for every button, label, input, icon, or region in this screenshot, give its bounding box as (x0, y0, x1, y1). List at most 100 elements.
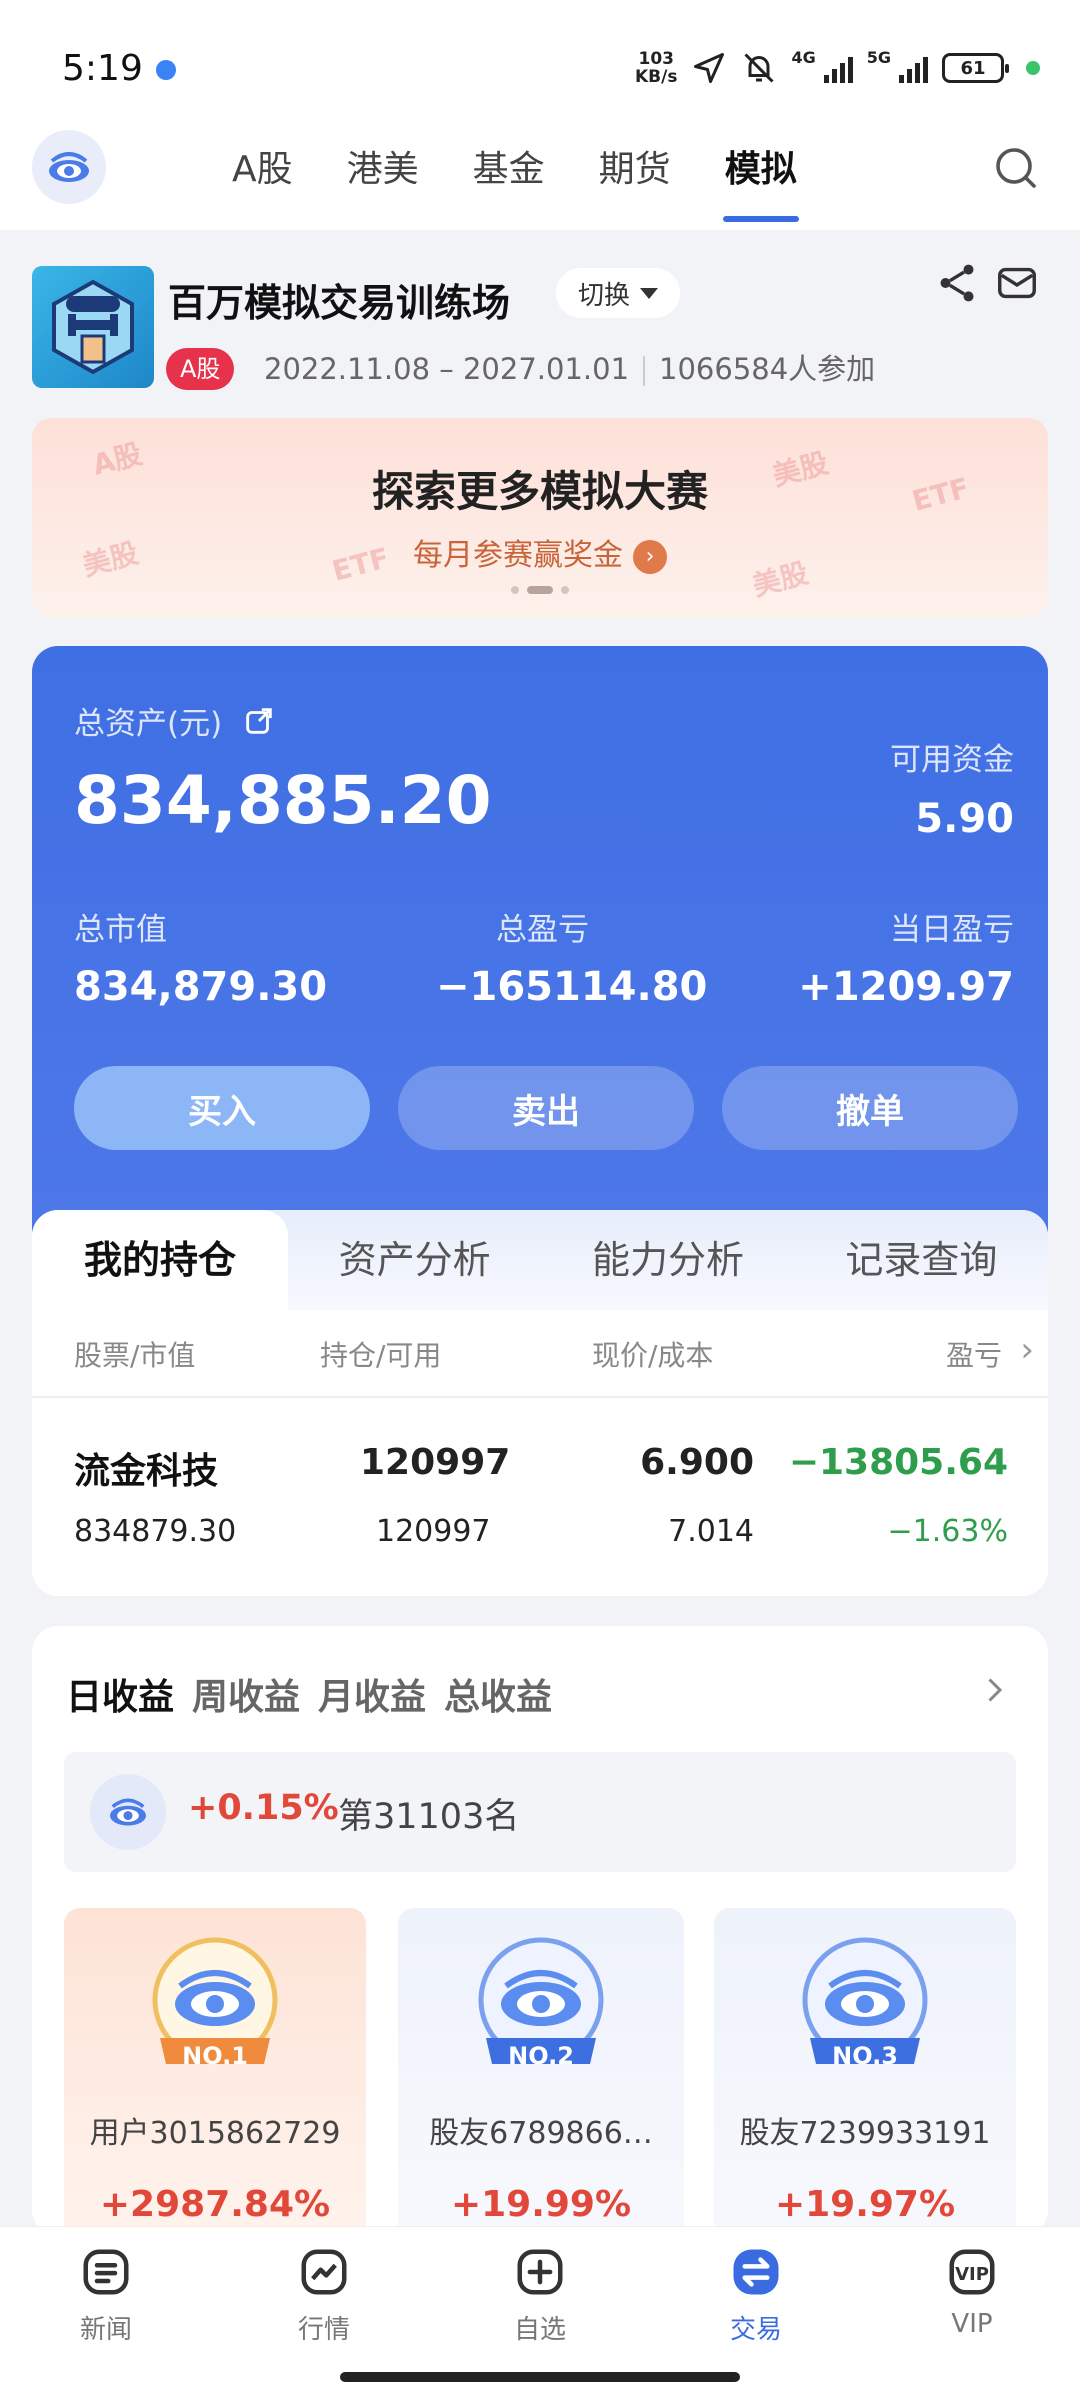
status-bar: 5:19 103 KB/s 4G 5G 61 (0, 0, 1080, 130)
leader-return: +19.99% (450, 2184, 632, 2225)
leader-return: +2987.84% (99, 2184, 331, 2225)
battery-icon: 61 (942, 53, 1009, 83)
share-icon[interactable] (934, 260, 980, 306)
tab-total[interactable]: 总收益 (444, 1668, 552, 1720)
sina-logo-icon[interactable] (32, 130, 106, 204)
chevron-right-icon[interactable]: › (1020, 1330, 1034, 1370)
network-5g-label: 5G (866, 48, 891, 67)
caret-down-icon (640, 287, 659, 299)
earnings-card: 日收益 周收益 月收益 总收益 +0.15% 第31103名 NO.1 用户30… (32, 1626, 1048, 2236)
nav-trade[interactable]: 交易 (696, 2245, 816, 2346)
chevron-right-icon: › (633, 539, 667, 574)
stock-price: 6.900 (640, 1442, 754, 1483)
col-position: 持仓/可用 (320, 1339, 442, 1372)
tab-funds[interactable]: 基金 (471, 130, 547, 226)
stock-pnl: −13805.64 (788, 1442, 1008, 1483)
external-link-icon[interactable] (242, 704, 276, 738)
chevron-right-icon[interactable] (976, 1672, 1012, 1708)
switch-button[interactable]: 切换 (556, 268, 681, 318)
my-rank-row[interactable]: +0.15% 第31103名 (64, 1752, 1016, 1872)
daily-pnl-label: 当日盈亏 (890, 912, 1014, 948)
buy-button[interactable]: 买入 (74, 1066, 370, 1150)
rank-badge-label: NO.1 (182, 2042, 248, 2070)
earnings-tabs: 日收益 周收益 月收益 总收益 (66, 1668, 552, 1720)
stock-cost: 7.014 (668, 1514, 754, 1549)
add-square-icon (517, 2249, 563, 2295)
top-nav: A股 港美 基金 期货 模拟 (0, 130, 1080, 230)
home-indicator (340, 2372, 740, 2382)
market-tag: A股 (166, 348, 235, 390)
mail-icon[interactable] (994, 260, 1040, 306)
carousel-dots (32, 579, 1048, 598)
tab-weekly[interactable]: 周收益 (192, 1668, 300, 1720)
svg-text:VIP: VIP (955, 2264, 989, 2285)
tab-simulation[interactable]: 模拟 (722, 130, 799, 226)
competition-title: 百万模拟交易训练场 (168, 281, 511, 325)
asset-card: 总资产(元) 834,885.20 可用资金 5.90 总市值 834,879.… (32, 646, 1048, 1246)
tab-ability-analysis[interactable]: 能力分析 (541, 1210, 794, 1310)
col-pnl[interactable]: 盈亏 (946, 1334, 1002, 1374)
holdings-tabs: 我的持仓 资产分析 能力分析 记录查询 (32, 1210, 1048, 1310)
content-area: 百万模拟交易训练场 切换 A股 2022.11.08 – 2027.01.01 1… (0, 230, 1080, 2236)
participant-count: 1066584人参加 (659, 352, 876, 386)
notification-dot-icon (156, 60, 176, 80)
search-icon[interactable] (992, 144, 1040, 192)
status-time: 5:19 (62, 48, 143, 89)
net-speed: 103 KB/s (635, 49, 678, 87)
status-right: 103 KB/s 4G 5G 61 (635, 48, 1040, 88)
leader-name: 股友7239933191 (739, 2116, 991, 2151)
banner-title: 探索更多模拟大赛 (371, 467, 708, 516)
available-funds-value: 5.90 (915, 796, 1014, 842)
sina-logo-icon (90, 1774, 166, 1850)
nav-watchlist[interactable]: 自选 (480, 2245, 600, 2346)
leader-card-3[interactable]: NO.3 股友7239933191 +19.97% (714, 1908, 1016, 2236)
nav-vip[interactable]: VIP VIP (912, 2245, 1032, 2339)
total-assets-label: 总资产(元) (74, 698, 276, 743)
market-value: 834,879.30 (74, 964, 328, 1010)
nav-market[interactable]: 行情 (264, 2245, 384, 2346)
news-icon (83, 2249, 129, 2295)
my-rank: 第31103名 (338, 1797, 520, 1837)
my-return-pct: +0.15% (188, 1788, 339, 1828)
stock-pnl-pct: −1.63% (887, 1514, 1008, 1549)
competition-logo (32, 266, 154, 388)
exchange-icon (733, 2249, 779, 2295)
holdings-header: 股票/市值 持仓/可用 现价/成本 盈亏 › (32, 1310, 1048, 1398)
tab-a-shares[interactable]: A股 (230, 130, 295, 226)
tab-asset-analysis[interactable]: 资产分析 (288, 1210, 541, 1310)
nav-news[interactable]: 新闻 (46, 2245, 166, 2346)
stock-name: 流金科技 (74, 1451, 219, 1492)
tab-futures[interactable]: 期货 (597, 130, 673, 226)
total-pnl-label: 总盈亏 (496, 912, 589, 948)
tab-records[interactable]: 记录查询 (795, 1210, 1048, 1310)
tab-daily[interactable]: 日收益 (66, 1668, 174, 1720)
cancel-order-button[interactable]: 撤单 (722, 1066, 1018, 1150)
signal-5g-icon (899, 53, 928, 83)
available-funds-label: 可用资金 (890, 742, 1014, 778)
mute-bell-icon (744, 53, 775, 83)
signal-4g-icon (823, 53, 853, 83)
daily-pnl-value: +1209.97 (798, 964, 1014, 1010)
sell-button[interactable]: 卖出 (398, 1066, 694, 1150)
col-price: 现价/成本 (592, 1339, 714, 1372)
tab-hk-us[interactable]: 港美 (345, 130, 421, 226)
promo-banner[interactable]: A股 美股 ETF 美股 ETF 美股 探索更多模拟大赛 每月参赛赢奖金 › (32, 418, 1048, 618)
holdings-card: 我的持仓 资产分析 能力分析 记录查询 股票/市值 持仓/可用 现价/成本 盈亏… (32, 1210, 1048, 1596)
stock-available: 120997 (376, 1514, 491, 1549)
chart-icon (301, 2249, 347, 2295)
col-stock: 股票/市值 (74, 1339, 196, 1372)
leader-card-1[interactable]: NO.1 用户3015862729 +2987.84% (64, 1908, 366, 2236)
leader-name: 用户3015862729 (89, 2116, 341, 2151)
total-assets-value: 834,885.20 (74, 762, 492, 839)
stock-market-value: 834879.30 (74, 1514, 237, 1549)
leader-return: +19.97% (774, 2184, 956, 2225)
tab-my-holdings[interactable]: 我的持仓 (32, 1210, 288, 1310)
location-icon (694, 53, 725, 83)
competition-period: 2022.11.08 – 2027.01.01 1066584人参加 (264, 352, 876, 386)
leader-card-2[interactable]: NO.2 股友6789866… +19.99% (398, 1908, 684, 2236)
total-pnl-value: −165114.80 (436, 964, 708, 1010)
network-4g-label: 4G (791, 48, 816, 67)
banner-subtitle: 每月参赛赢奖金 › (32, 530, 1048, 574)
tab-monthly[interactable]: 月收益 (318, 1668, 426, 1720)
rank-badge-label: NO.2 (508, 2042, 574, 2070)
